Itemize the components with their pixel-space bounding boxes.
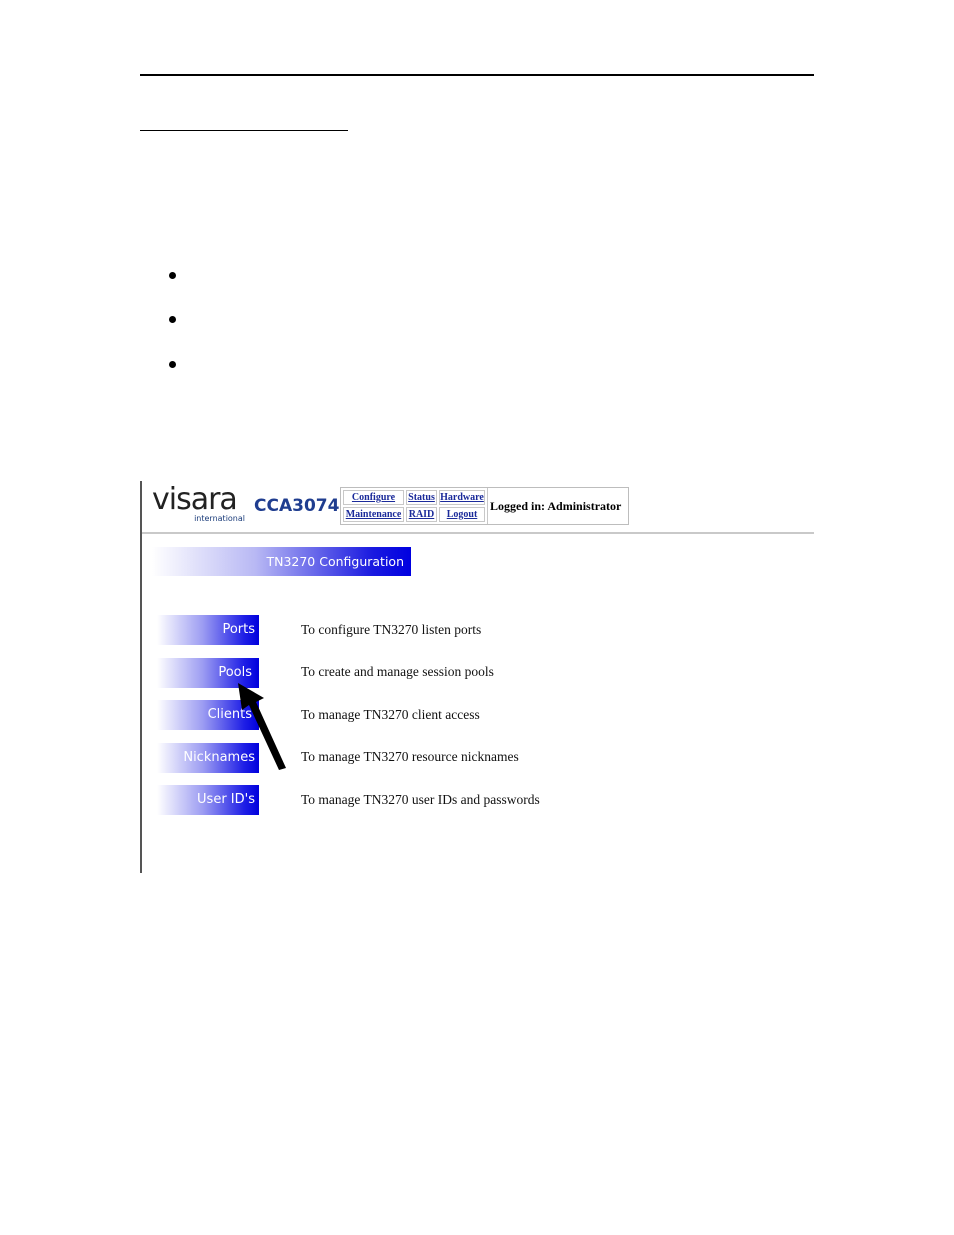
app-header-divider [142, 532, 814, 534]
nav-raid-link[interactable]: RAID [406, 507, 437, 522]
ports-description: To configure TN3270 listen ports [301, 622, 482, 637]
user-ids-button-label: User ID's [197, 792, 255, 807]
nicknames-description: To manage TN3270 resource nicknames [301, 749, 519, 764]
logged-in-label: Logged in: [490, 499, 546, 513]
clients-description: To manage TN3270 client access [301, 707, 480, 722]
nav-table: Configure Status Hardware Maintenance RA… [340, 487, 629, 525]
ports-button-label: Ports [222, 622, 255, 637]
user-ids-description: To manage TN3270 user IDs and passwords [301, 792, 540, 807]
nav-status-link[interactable]: Status [406, 490, 437, 505]
bullet-icon [169, 316, 176, 323]
logo-subtext: international [194, 514, 245, 523]
bullet-icon [169, 272, 176, 279]
bullet-icon [169, 361, 176, 368]
ports-button[interactable]: Ports [157, 615, 259, 645]
nav-configure-link[interactable]: Configure [343, 490, 404, 505]
logo-text: visara [152, 482, 238, 517]
pools-description: To create and manage session pools [301, 664, 494, 679]
visara-logo: visara international [152, 482, 247, 524]
page-title-bar: TN3270 Configuration [152, 547, 411, 576]
nav-maintenance-link[interactable]: Maintenance [343, 507, 404, 522]
header-rule [140, 74, 814, 76]
screenshot-frame-edge [140, 481, 142, 873]
nav-logout-link[interactable]: Logout [439, 507, 485, 522]
page-title: TN3270 Configuration [266, 554, 404, 569]
logged-in-user: Administrator [547, 499, 622, 513]
product-name: CCA3074 [254, 496, 340, 516]
nav-hardware-link[interactable]: Hardware [439, 490, 485, 505]
section-heading-underline [140, 130, 348, 131]
user-ids-button[interactable]: User ID's [157, 785, 259, 815]
arrow-pointer-icon [238, 683, 286, 770]
logged-in-status: Logged in: Administrator [487, 488, 628, 524]
